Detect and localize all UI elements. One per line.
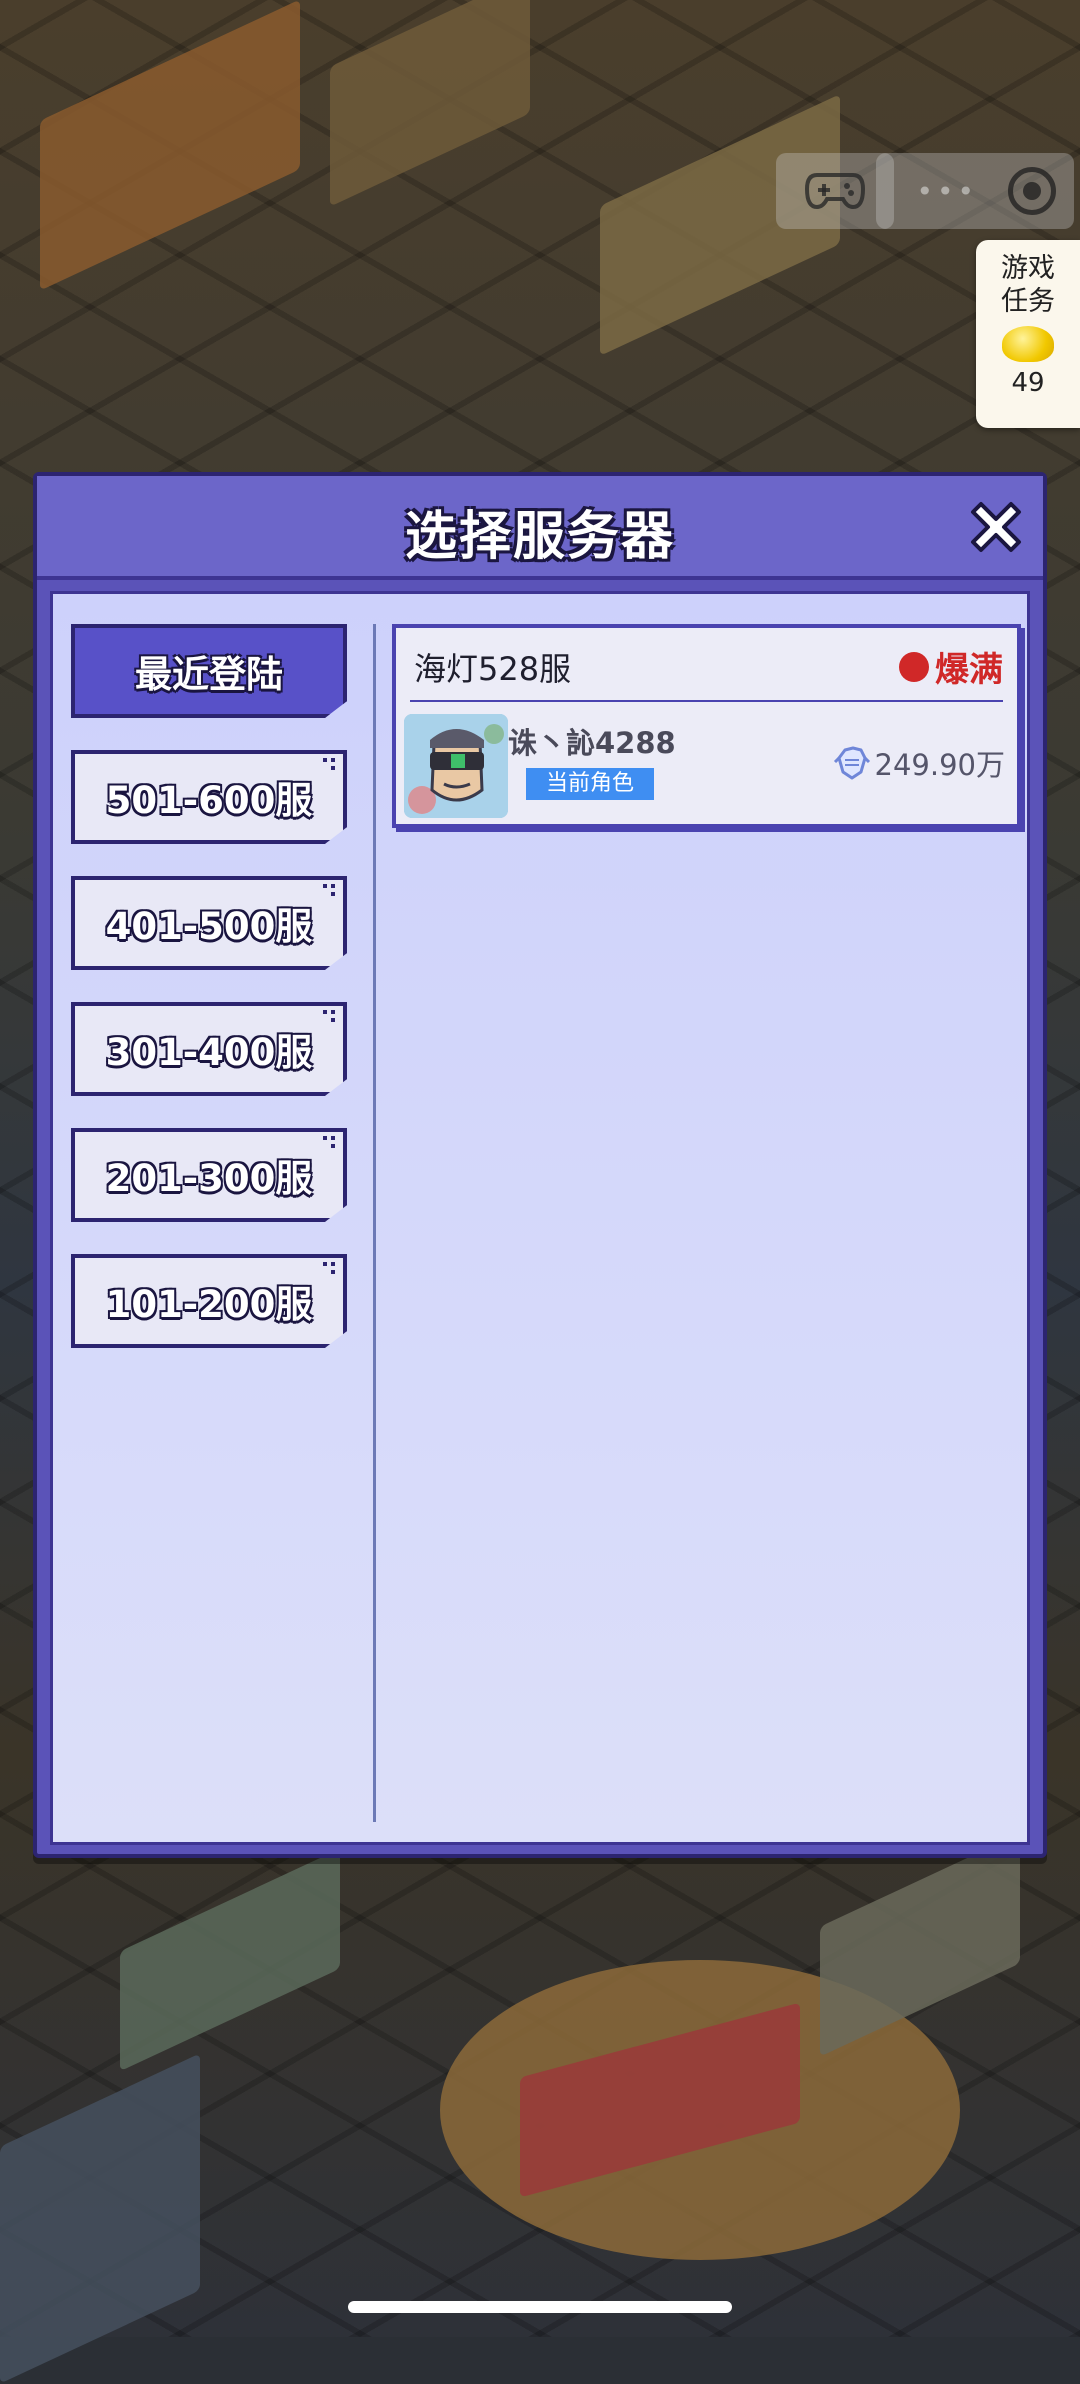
game-tasks-panel[interactable]: 游戏任务 49 [976, 240, 1080, 428]
target-icon[interactable] [1008, 167, 1056, 215]
server-range-tab-label: 401-500服 [105, 905, 313, 948]
map-tent [820, 1833, 1020, 2057]
gamepad-icon [805, 173, 865, 210]
combat-power-value: 249.90万 [874, 748, 1005, 782]
tab-corner-dots [323, 1136, 337, 1150]
server-status: 爆满 [899, 642, 1003, 691]
close-icon [971, 502, 1021, 552]
dialog-title: 选择服务器 [404, 507, 675, 567]
game-tasks-count: 49 [1011, 368, 1045, 398]
fist-icon [833, 746, 870, 780]
dialog-header: 选择服务器 [37, 476, 1043, 580]
server-name: 海灯528服 [414, 650, 572, 688]
map-tent [330, 0, 530, 207]
more-dots-icon: ••• [916, 174, 978, 208]
server-range-tab-label: 301-400服 [105, 1031, 313, 1074]
character-name: 诛丶訫4288 [508, 726, 676, 760]
map-tent [0, 2053, 200, 2384]
tab-corner-dots [323, 1010, 337, 1024]
column-divider [373, 624, 376, 1822]
tab-corner-dots [323, 884, 337, 898]
card-divider [410, 700, 1003, 702]
server-range-tab-label: 501-600服 [105, 779, 313, 822]
dialog-body: 最近登陆 501-600服 401-500服 301-400服 201-300服 101-… [50, 591, 1030, 1845]
server-range-tab[interactable]: 101-200服 [71, 1254, 347, 1348]
current-character-badge: 当前角色 [526, 768, 654, 800]
server-range-tab[interactable]: 401-500服 [71, 876, 347, 970]
character-avatar [404, 714, 508, 818]
map-tent [120, 1848, 340, 2072]
server-range-tab[interactable]: 301-400服 [71, 1002, 347, 1096]
hud-menu-group[interactable]: ••• [876, 153, 1074, 229]
tab-corner-dots [323, 758, 337, 772]
home-indicator[interactable] [348, 2301, 732, 2313]
gold-ingot-icon [1002, 326, 1054, 362]
server-card[interactable]: 海灯528服 爆满 诛丶訫4288 当前角色 249.90万 [392, 624, 1021, 828]
server-status-label: 爆满 [935, 650, 1003, 690]
server-range-tab[interactable]: 最近登陆 [71, 624, 347, 718]
server-range-tab[interactable]: 201-300服 [71, 1128, 347, 1222]
map-tent [40, 0, 300, 291]
server-select-dialog: 选择服务器 最近登陆 501-600服 401-500服 301-400服 201-30… [33, 472, 1047, 1858]
close-button[interactable] [963, 494, 1029, 560]
server-range-tab[interactable]: 501-600服 [71, 750, 347, 844]
game-tasks-label: 游戏任务 [1001, 253, 1055, 317]
tab-corner-dots [323, 1262, 337, 1276]
server-range-tab-label: 最近登陆 [135, 653, 283, 696]
server-range-tab-label: 201-300服 [105, 1157, 313, 1200]
status-dot-icon [899, 651, 929, 682]
server-range-tab-label: 101-200服 [105, 1283, 313, 1326]
combat-power: 249.90万 [831, 742, 1005, 784]
